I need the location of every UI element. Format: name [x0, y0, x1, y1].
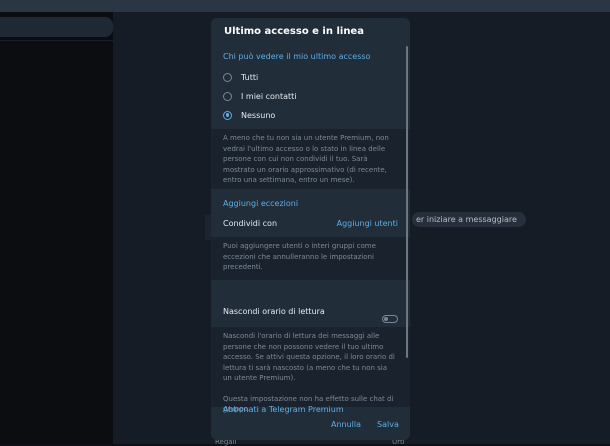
radio-label: Nessuno — [241, 110, 276, 120]
info-paragraph: Puoi aggiungere utenti o interi gruppi c… — [223, 242, 376, 271]
radio-button[interactable] — [223, 72, 232, 82]
toggle-knob — [384, 317, 388, 321]
hide-read-time-label: Nascondi orario di lettura — [223, 307, 325, 316]
window-top-bar — [0, 0, 610, 12]
cancel-button[interactable]: Annulla — [331, 420, 361, 429]
add-exceptions-header: Aggiungi eccezioni — [223, 199, 299, 208]
who-can-see-header: Chi può vedere il mio ultimo accesso — [223, 52, 371, 61]
search-field[interactable] — [0, 17, 113, 37]
add-users-link[interactable]: Aggiungi utenti — [337, 219, 398, 228]
radio-option-contacts[interactable]: I miei contatti — [223, 90, 297, 102]
radio-button[interactable] — [223, 91, 232, 101]
save-button[interactable]: Salva — [377, 420, 399, 429]
radio-option-everyone[interactable]: Tutti — [223, 71, 258, 83]
read-time-info-text: Nascondi l'orario di lettura dei messagg… — [211, 327, 410, 413]
radio-label: I miei contatti — [241, 91, 297, 101]
dialog-footer: Annulla Salva — [211, 414, 410, 440]
chat-list-panel — [0, 12, 113, 444]
divider — [0, 40, 113, 41]
premium-info-text: A meno che tu non sia un utente Premium,… — [211, 129, 410, 189]
start-messaging-hint: er iniziare a messaggiare — [412, 212, 526, 227]
info-paragraph: Nascondi l'orario di lettura dei messagg… — [223, 332, 395, 382]
dialog-scroll-area[interactable]: Chi può vedere il mio ultimo accesso Tut… — [211, 46, 410, 414]
dialog-title: Ultimo accesso e in linea — [224, 26, 364, 37]
premium-link[interactable]: Abbonati a Telegram Premium — [223, 405, 344, 414]
hide-read-time-toggle[interactable] — [382, 315, 398, 323]
share-with-label: Condividi con — [223, 219, 278, 228]
scrollbar[interactable] — [406, 46, 408, 358]
info-paragraph: A meno che tu non sia un utente Premium,… — [223, 134, 389, 184]
radio-button-selected[interactable] — [223, 110, 232, 120]
radio-label: Tutti — [241, 72, 259, 82]
last-seen-dialog: Ultimo accesso e in linea Chi può vedere… — [211, 18, 410, 440]
radio-option-nobody[interactable]: Nessuno — [223, 109, 275, 121]
exceptions-info-text: Puoi aggiungere utenti o interi gruppi c… — [211, 237, 410, 280]
